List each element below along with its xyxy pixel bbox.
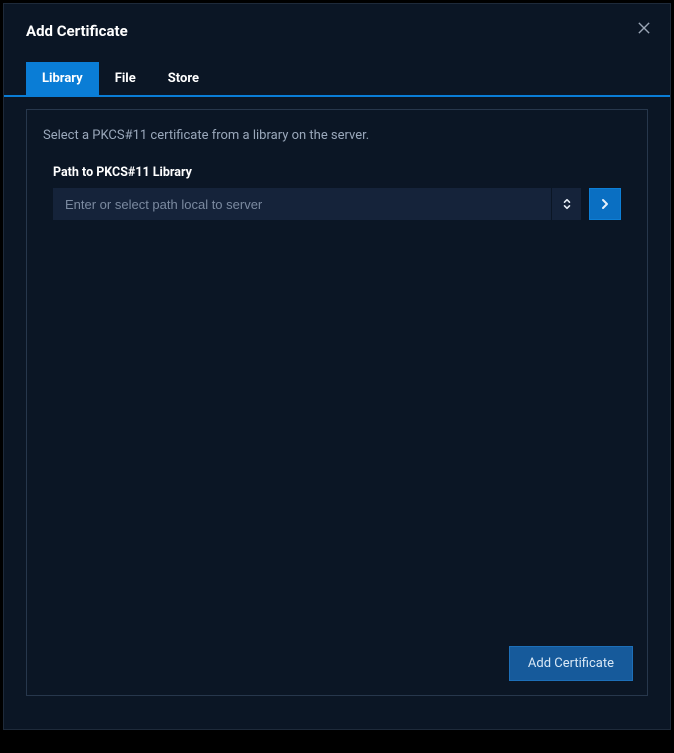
add-certificate-button[interactable]: Add Certificate: [509, 646, 633, 681]
chevron-right-icon: [599, 198, 611, 210]
tabs: Library File Store: [4, 62, 670, 97]
tab-panel-library: Select a PKCS#11 certificate from a libr…: [26, 109, 648, 696]
panel-description: Select a PKCS#11 certificate from a libr…: [27, 110, 647, 149]
add-certificate-dialog: Add Certificate Library File Store Selec…: [3, 3, 671, 730]
dialog-header: Add Certificate: [4, 4, 670, 52]
library-path-dropdown-toggle[interactable]: [551, 188, 581, 220]
tab-store[interactable]: Store: [152, 62, 215, 95]
library-path-combobox: [53, 188, 581, 220]
library-path-input[interactable]: [53, 188, 551, 220]
close-button[interactable]: [634, 18, 654, 38]
library-path-label: Path to PKCS#11 Library: [53, 165, 621, 180]
panel-footer: Add Certificate: [509, 646, 633, 681]
load-library-button[interactable]: [589, 188, 621, 220]
dialog-title: Add Certificate: [26, 22, 648, 40]
close-icon: [638, 22, 650, 34]
up-down-chevron-icon: [561, 198, 573, 210]
library-path-field: Path to PKCS#11 Library: [27, 149, 647, 220]
tab-file[interactable]: File: [99, 62, 152, 95]
library-path-row: [53, 188, 621, 220]
tab-library[interactable]: Library: [26, 62, 99, 95]
